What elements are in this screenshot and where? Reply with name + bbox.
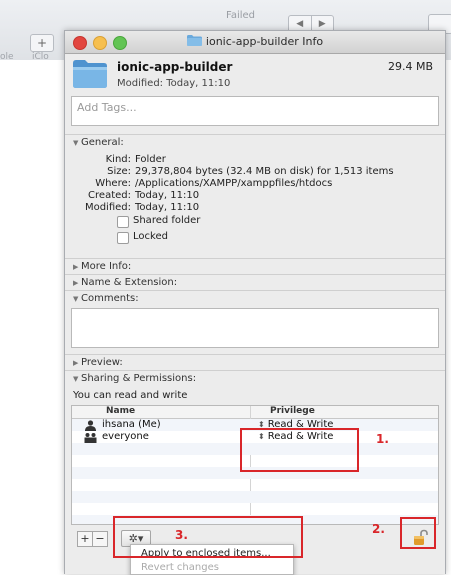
where-label: Where: — [95, 178, 131, 189]
disclosure-open-icon: ▼ — [73, 295, 79, 303]
group-icon — [84, 433, 97, 443]
revert-changes-menu-item[interactable]: Revert changes — [141, 562, 219, 573]
permission-name: everyone — [102, 431, 149, 442]
column-header-privilege[interactable]: Privilege — [270, 406, 315, 418]
disclosure-closed-icon: ▶ — [73, 263, 79, 271]
background-status: Failed — [226, 10, 256, 21]
annotation-label-1: 1. — [376, 432, 389, 446]
folder-size: 29.4 MB — [387, 60, 433, 73]
folder-name: ionic-app-builder — [117, 60, 233, 74]
section-comments[interactable]: ▼ Comments: — [65, 290, 445, 306]
table-row-empty — [72, 491, 438, 503]
annotation-box-lock — [400, 517, 436, 549]
annotation-label-3: 3. — [175, 528, 188, 542]
kind-label: Kind: — [105, 154, 131, 165]
size-label: Size: — [107, 166, 131, 177]
folder-icon — [186, 35, 202, 46]
comments-textarea[interactable] — [71, 308, 439, 348]
background-sidebar-text: iClo — [32, 52, 49, 62]
section-name-extension[interactable]: ▶ Name & Extension: — [65, 274, 445, 290]
locked-checkbox[interactable] — [117, 232, 129, 244]
size-value: 29,378,804 bytes (32.4 MB on disk) for 1… — [135, 166, 394, 177]
kind-value: Folder — [135, 154, 166, 165]
permission-summary: You can read and write — [73, 390, 188, 401]
comments-label: Comments: — [81, 293, 139, 304]
annotation-label-2: 2. — [372, 522, 385, 536]
locked-label: Locked — [133, 231, 168, 242]
folder-icon — [73, 60, 107, 88]
shared-folder-label: Shared folder — [133, 215, 201, 226]
window-title-text: ionic-app-builder Info — [205, 35, 324, 48]
general-heading: General: — [81, 137, 124, 148]
preview-label: Preview: — [81, 357, 123, 368]
background-sidebar-text: ole — [0, 52, 14, 62]
where-value: /Applications/XAMPP/xamppfiles/htdocs — [135, 178, 333, 189]
disclosure-open-icon: ▼ — [73, 139, 79, 147]
section-general[interactable]: ▼ General: — [65, 134, 445, 150]
modified-label: Modified: — [84, 202, 131, 213]
add-user-button[interactable]: + — [77, 531, 93, 547]
section-sharing[interactable]: ▼ Sharing & Permissions: — [65, 370, 445, 386]
file-header: ionic-app-builder 29.4 MB Modified: Toda… — [65, 54, 445, 96]
annotation-box-privileges — [240, 428, 359, 472]
tags-input[interactable]: Add Tags... — [71, 96, 439, 126]
sharing-label: Sharing & Permissions: — [81, 373, 197, 384]
disclosure-closed-icon: ▶ — [73, 279, 79, 287]
name-extension-label: Name & Extension: — [81, 277, 178, 288]
title-bar: ionic-app-builder Info — [65, 31, 445, 54]
created-value: Today, 11:10 — [135, 190, 200, 201]
modified-value: Today, 11:10 — [135, 202, 200, 213]
disclosure-closed-icon: ▶ — [73, 359, 79, 367]
section-more-info[interactable]: ▶ More Info: — [65, 258, 445, 274]
background-plus-button[interactable]: + — [30, 34, 54, 52]
permission-name: ihsana (Me) — [102, 419, 161, 430]
disclosure-open-icon: ▼ — [73, 375, 79, 383]
created-label: Created: — [88, 190, 131, 201]
info-window: ionic-app-builder Info ionic-app-builder… — [64, 30, 446, 574]
section-preview[interactable]: ▶ Preview: — [65, 354, 445, 370]
more-info-label: More Info: — [81, 261, 132, 272]
general-panel: Kind: Folder Size: 29,378,804 bytes (32.… — [65, 150, 445, 258]
annotation-box-gear-menu — [113, 516, 303, 558]
shared-folder-checkbox[interactable] — [117, 216, 129, 228]
user-icon — [85, 420, 96, 431]
column-header-name[interactable]: Name — [106, 406, 135, 418]
remove-user-button[interactable]: − — [92, 531, 108, 547]
window-title: ionic-app-builder Info — [65, 35, 445, 48]
modified-date: Modified: Today, 11:10 — [117, 78, 231, 89]
